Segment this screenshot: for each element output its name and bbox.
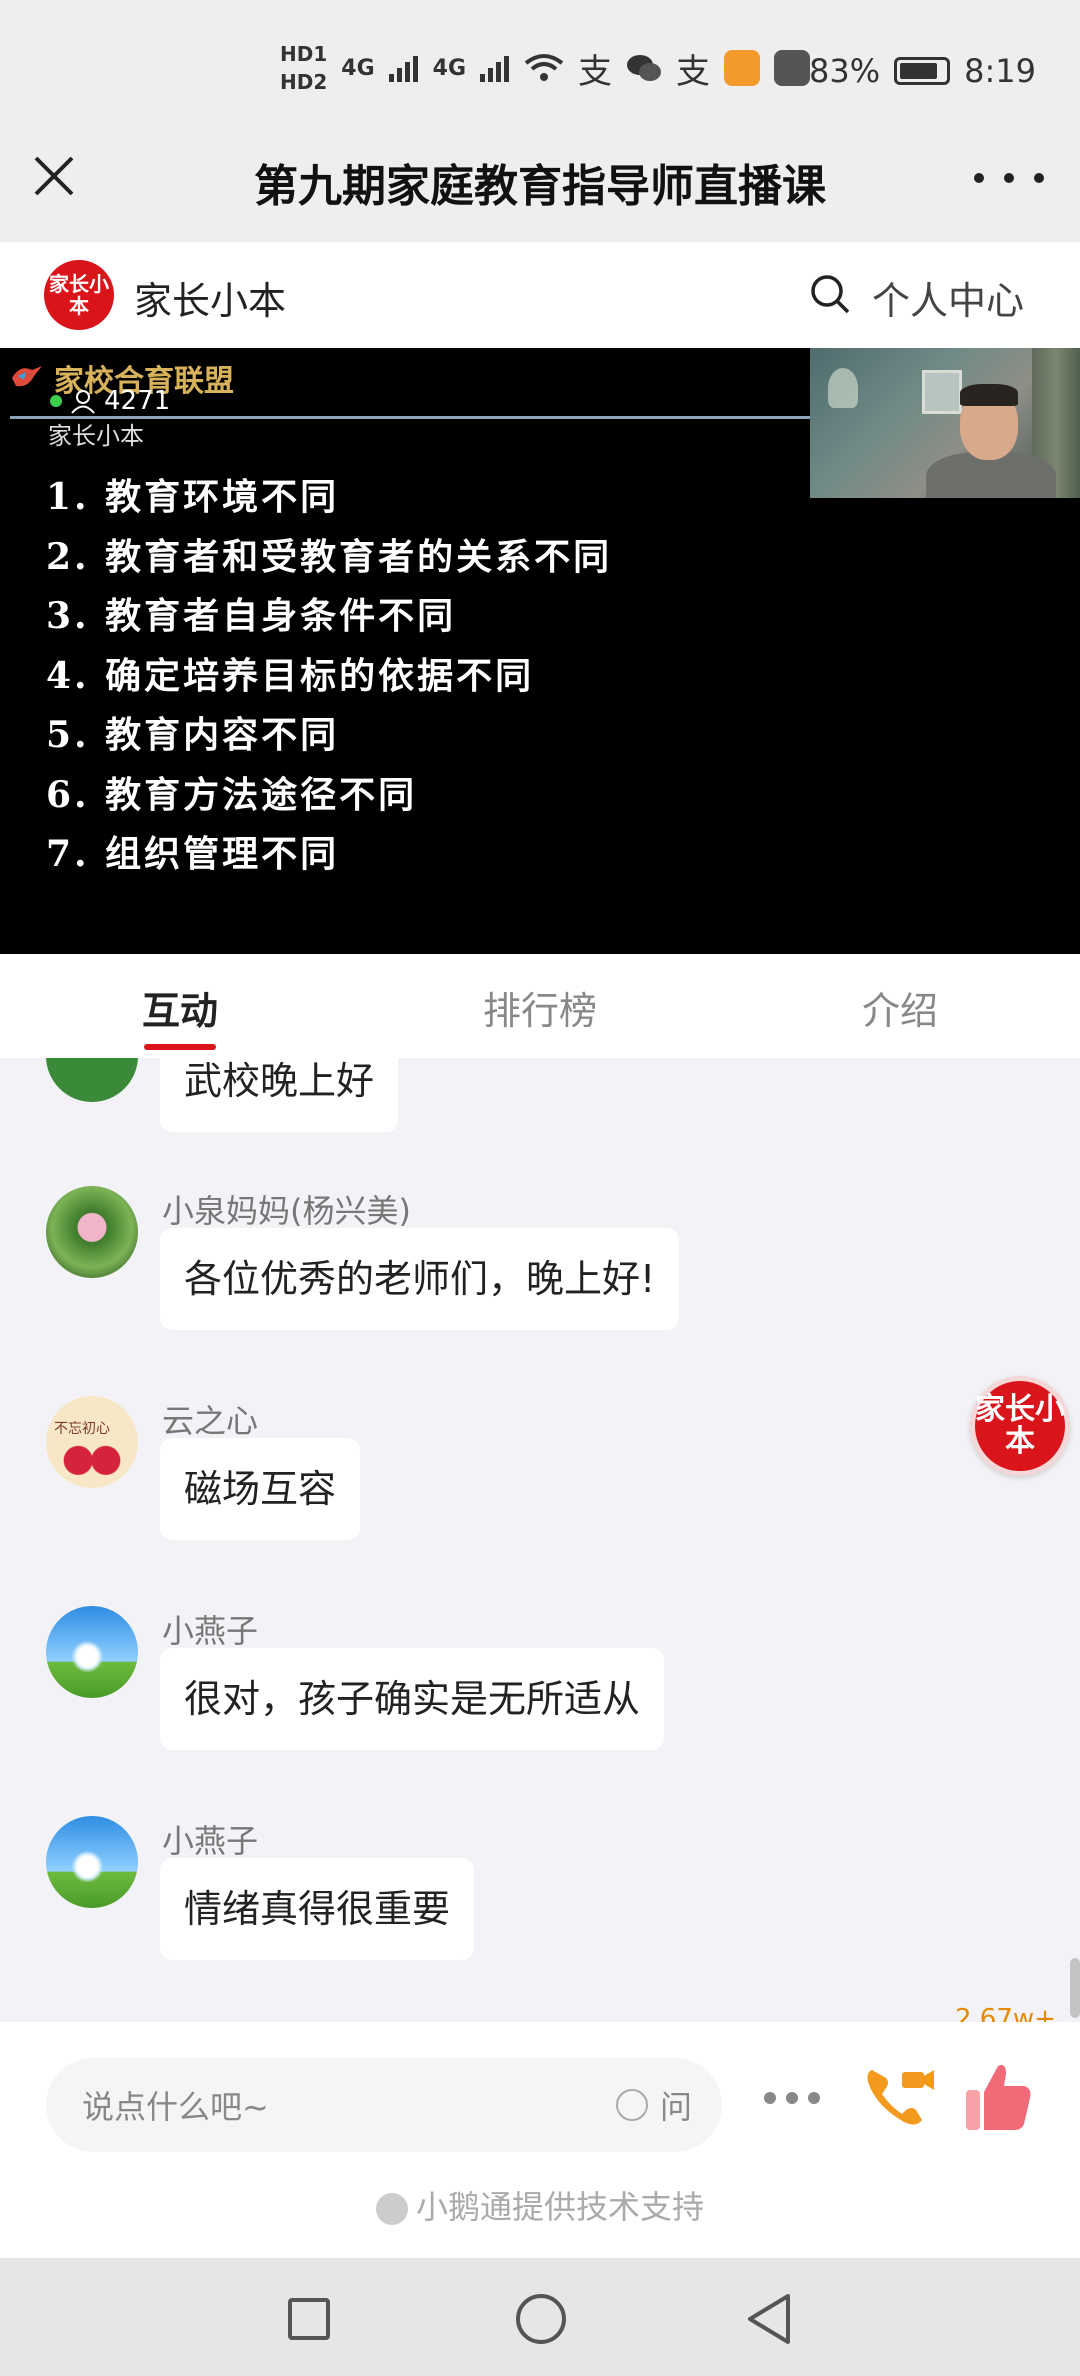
ask-label: 问 <box>659 2088 692 2126</box>
brand-logo: 家长小本 <box>44 260 114 330</box>
slide-item: 1. 教育环境不同 <box>46 476 340 518</box>
alipay-icon: 支 <box>578 51 613 92</box>
alipay-icon-2: 支 <box>676 51 711 92</box>
wifi-icon <box>524 54 564 81</box>
tech-support-footer: 小鹅通提供技术支持 <box>0 2182 1080 2228</box>
live-indicator-icon <box>50 395 62 407</box>
slide-subtitle: 家长小本 <box>48 422 144 450</box>
ask-question-toggle[interactable]: 问 <box>615 2082 692 2128</box>
hd1-label: HD1 <box>280 42 328 66</box>
battery-percent: 83% <box>809 52 881 90</box>
support-text: 小鹅通提供技术支持 <box>415 2188 704 2226</box>
dot <box>786 2092 798 2104</box>
search-icon[interactable] <box>808 272 852 316</box>
dot <box>1004 173 1014 183</box>
dot <box>808 2092 820 2104</box>
chat-list[interactable]: 武校晚上好 小泉妈妈(杨兴美) 各位优秀的老师们，晚上好! 不忘初心 云之心 磁… <box>0 1058 1080 2022</box>
status-icons: HD1 HD2 4G 4G 支 支 <box>280 40 811 96</box>
comment-bar: 说点什么吧~ 问 小鹅通提供技术支持 <box>0 2022 1080 2258</box>
recent-apps-button[interactable] <box>288 2298 330 2340</box>
tab-label: 排行榜 <box>482 989 597 1033</box>
cam-person-hair <box>960 384 1018 406</box>
slide-item: 6. 教育方法途径不同 <box>46 773 418 816</box>
clock: 8:19 <box>964 52 1036 90</box>
slide-item: 7. 组织管理不同 <box>46 833 340 875</box>
avatar-text: 不忘初心 <box>54 1421 110 1437</box>
page-title: 第九期家庭教育指导师直播课 <box>254 161 826 212</box>
personal-center-link[interactable]: 个人中心 <box>872 270 1024 325</box>
slide-item: 2. 教育者和受教育者的关系不同 <box>46 535 613 578</box>
title-bar: 第九期家庭教育指导师直播课 <box>0 120 1080 242</box>
app-header: 家长小本 家长小本 个人中心 <box>0 242 1080 348</box>
username: 小燕子 <box>162 1612 259 1650</box>
cam-picture-frame <box>922 370 962 414</box>
message-bubble[interactable]: 各位优秀的老师们，晚上好! <box>160 1228 680 1330</box>
like-thumbs-up-icon[interactable] <box>962 2058 1034 2134</box>
viewer-count-value: 4271 <box>104 386 171 416</box>
battery-icon <box>894 57 951 85</box>
username: 小燕子 <box>162 1822 259 1860</box>
comment-input[interactable]: 说点什么吧~ 问 <box>46 2058 722 2152</box>
back-button[interactable] <box>744 2292 794 2346</box>
dot <box>764 2092 776 2104</box>
signal-icon <box>388 56 418 82</box>
tab-label: 互动 <box>141 989 218 1033</box>
slide-item: 4. 确定培养目标的依据不同 <box>46 654 535 697</box>
slide-content: 1. 教育环境不同 2. 教育者和受教育者的关系不同 3. 教育者自身条件不同 … <box>46 468 612 885</box>
slide-item: 5. 教育内容不同 <box>46 714 340 756</box>
tab-intro[interactable]: 介绍 <box>720 954 1080 1058</box>
dot <box>1034 173 1044 183</box>
scrollbar-thumb[interactable] <box>1070 1958 1080 2018</box>
user-avatar[interactable]: 不忘初心 <box>46 1396 138 1488</box>
message-bubble[interactable]: 磁场互容 <box>160 1438 361 1540</box>
message-bubble[interactable]: 情绪真得很重要 <box>160 1858 475 1960</box>
dot <box>974 173 984 183</box>
phone-call-icon[interactable] <box>858 2056 938 2136</box>
system-nav-bar <box>0 2258 1080 2376</box>
message-bubble[interactable]: 武校晚上好 <box>160 1058 399 1132</box>
hd-indicator: HD1 HD2 <box>280 40 327 96</box>
slide-item: 3. 教育者自身条件不同 <box>46 595 457 637</box>
xiaoe-logo-icon <box>375 2193 408 2225</box>
teacher-camera-pip[interactable] <box>810 348 1080 498</box>
app-notification-icon <box>724 50 761 86</box>
signal-icon <box>480 56 510 82</box>
viewer-count: 4271 <box>50 386 170 416</box>
live-video-player[interactable]: 家校合育联盟 4271 家长小本 1. 教育环境不同 2. 教育者和受教育者的关… <box>0 348 1080 954</box>
active-tab-indicator <box>144 1044 216 1050</box>
signal-4g-label-2: 4G <box>432 55 467 81</box>
status-right: 83% 8:19 <box>809 52 1036 90</box>
username: 小泉妈妈(杨兴美) <box>162 1192 411 1230</box>
hd2-label: HD2 <box>280 70 328 94</box>
shopping-notification-icon <box>774 50 811 86</box>
more-actions-button[interactable] <box>764 2092 820 2104</box>
home-button[interactable] <box>516 2294 566 2344</box>
message-bubble[interactable]: 很对，孩子确实是无所适从 <box>160 1648 665 1750</box>
signal-4g-label: 4G <box>341 55 375 81</box>
username: 云之心 <box>162 1402 259 1440</box>
person-icon <box>71 390 95 414</box>
tab-interaction[interactable]: 互动 <box>0 954 360 1058</box>
user-avatar[interactable] <box>46 1816 138 1908</box>
user-avatar[interactable] <box>46 1606 138 1698</box>
user-avatar[interactable] <box>46 1186 138 1278</box>
bird-logo-icon <box>12 366 42 387</box>
user-avatar[interactable] <box>46 1058 138 1102</box>
tab-bar: 互动 排行榜 介绍 <box>0 954 1080 1058</box>
brand-name: 家长小本 <box>134 279 287 323</box>
tab-leaderboard[interactable]: 排行榜 <box>360 954 720 1058</box>
more-options-button[interactable] <box>974 148 1044 208</box>
radio-icon[interactable] <box>615 2089 648 2121</box>
floating-brand-button[interactable]: 家长小本 <box>970 1376 1070 1476</box>
tab-label: 介绍 <box>861 989 938 1033</box>
cam-lamp <box>828 368 858 408</box>
comment-placeholder: 说点什么吧~ <box>82 2088 269 2126</box>
wechat-icon <box>627 55 662 81</box>
